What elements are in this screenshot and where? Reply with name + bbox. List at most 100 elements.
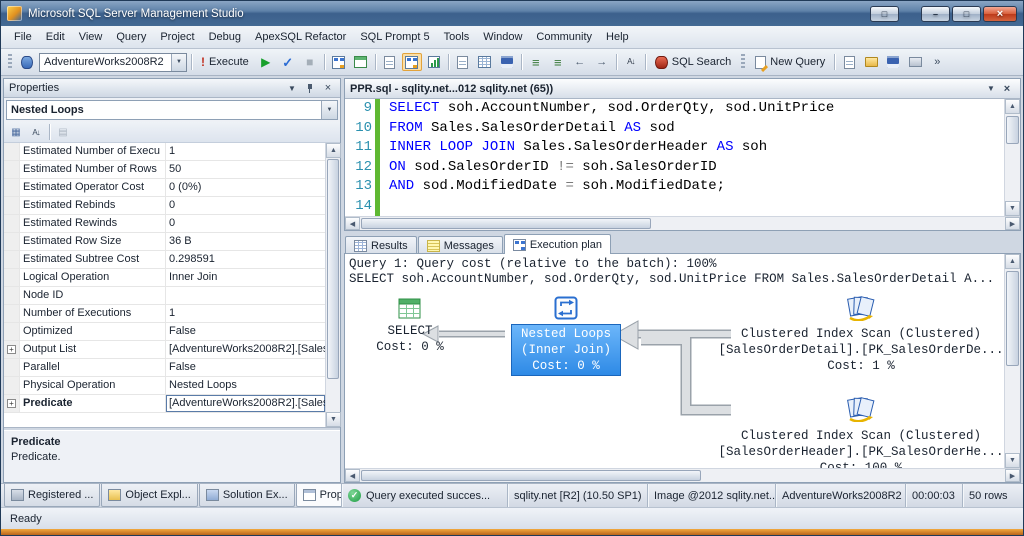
property-value[interactable] <box>166 287 325 304</box>
property-row-estimated-subtree-cost[interactable]: Estimated Subtree Cost 0.298591 <box>4 251 325 269</box>
property-row-estimated-operator-cost[interactable]: Estimated Operator Cost 0 (0%) <box>4 179 325 197</box>
title-bar[interactable]: Microsoft SQL Server Management Studio <box>1 1 1023 26</box>
code-lines[interactable]: 9 SELECT soh.AccountNumber, sod.OrderQty,… <box>345 99 1004 216</box>
mdi-window-button[interactable] <box>870 5 899 22</box>
document-list-icon[interactable]: ▼ <box>983 84 999 93</box>
tab-execution-plan[interactable]: Execution plan <box>503 234 611 254</box>
scroll-left-icon[interactable]: ◀ <box>345 469 360 482</box>
print-button[interactable] <box>905 53 925 71</box>
editor-vertical-scrollbar[interactable]: ▲ ▼ <box>1004 99 1020 216</box>
property-row-logical-operation[interactable]: Logical Operation Inner Join <box>4 269 325 287</box>
results-to-file-button[interactable] <box>497 53 517 71</box>
specify-template-values-button[interactable] <box>380 53 400 71</box>
property-value[interactable]: 0 (0%) <box>166 179 325 196</box>
menu-debug[interactable]: Debug <box>202 28 248 46</box>
scroll-track[interactable] <box>326 158 340 412</box>
property-row-output-list[interactable]: + Output List [AdventureWorks2008R2].[Sale… <box>4 341 325 359</box>
editor-horizontal-scrollbar[interactable]: ◀ ▶ <box>345 216 1020 230</box>
new-query-button[interactable]: New Query <box>750 54 830 71</box>
property-value[interactable]: 0 <box>166 197 325 214</box>
property-row-physical-operation[interactable]: Physical Operation Nested Loops <box>4 377 325 395</box>
categorized-button[interactable] <box>7 124 25 140</box>
properties-scrollbar[interactable]: ▲ ▼ <box>325 143 341 427</box>
property-value[interactable]: 0 <box>166 215 325 232</box>
increase-indent-button[interactable] <box>592 53 612 71</box>
property-row-predicate[interactable]: + Predicate [AdventureWorks2008R2].[Sales] <box>4 395 325 413</box>
property-row-optimized[interactable]: Optimized False <box>4 323 325 341</box>
property-value[interactable]: Nested Loops <box>166 377 325 394</box>
plan-node-clustered-index-scan-detail[interactable]: Clustered Index Scan (Clustered) [SalesO… <box>718 295 1004 374</box>
property-row-number-of-executions[interactable]: Number of Executions 1 <box>4 305 325 323</box>
scroll-thumb[interactable] <box>361 218 651 229</box>
property-row-estimated-rebinds[interactable]: Estimated Rebinds 0 <box>4 197 325 215</box>
property-row-estimated-number-of-rows[interactable]: Estimated Number of Rows 50 <box>4 161 325 179</box>
window-menu-icon[interactable] <box>285 82 299 95</box>
expand-icon[interactable]: + <box>7 399 16 408</box>
scroll-track[interactable] <box>1005 114 1020 201</box>
scroll-track[interactable] <box>360 217 1005 230</box>
execution-plan-canvas[interactable]: Query 1: Query cost (relative to the bat… <box>345 254 1004 468</box>
maximize-button[interactable] <box>952 5 981 22</box>
query-designer-button[interactable] <box>351 53 371 71</box>
scroll-thumb[interactable] <box>327 159 339 379</box>
decrease-indent-button[interactable] <box>570 53 590 71</box>
display-estimated-plan-button[interactable] <box>329 53 349 71</box>
menu-tools[interactable]: Tools <box>437 28 477 46</box>
property-row-estimated-number-of-execu[interactable]: Estimated Number of Execu 1 <box>4 143 325 161</box>
property-value[interactable]: [AdventureWorks2008R2].[Sales] <box>166 341 325 358</box>
expand-icon[interactable]: + <box>7 345 16 354</box>
sort-button[interactable] <box>621 53 641 71</box>
property-value[interactable]: Inner Join <box>166 269 325 286</box>
scroll-right-icon[interactable]: ▶ <box>1005 217 1020 230</box>
scroll-down-icon[interactable]: ▼ <box>1005 201 1020 216</box>
editor-title-bar[interactable]: PPR.sql - sqlity.net...012 sqlity.net (6… <box>345 79 1020 99</box>
minimize-button[interactable] <box>921 5 950 22</box>
property-value[interactable]: 1 <box>166 305 325 322</box>
property-value[interactable]: 0.298591 <box>166 251 325 268</box>
tab-results[interactable]: Results <box>345 236 417 254</box>
sql-search-button[interactable]: SQL Search <box>650 54 737 71</box>
scroll-track[interactable] <box>360 469 1005 482</box>
plan-node-nested-loops[interactable]: Nested Loops (Inner Join) Cost: 0 % <box>511 296 621 376</box>
property-row-node-id[interactable]: Node ID <box>4 287 325 305</box>
new-file-button[interactable] <box>839 53 859 71</box>
tool-tab-object-expl[interactable]: Object Expl... <box>101 484 198 507</box>
execute-button[interactable]: ! Execute <box>196 53 254 71</box>
close-button[interactable] <box>983 5 1017 22</box>
scroll-down-icon[interactable]: ▼ <box>1005 453 1020 468</box>
scroll-thumb[interactable] <box>361 470 701 481</box>
results-to-text-button[interactable] <box>453 53 473 71</box>
menu-apexsql-refactor[interactable]: ApexSQL Refactor <box>248 28 353 46</box>
comment-selection-button[interactable] <box>526 53 546 71</box>
property-value[interactable]: 36 B <box>166 233 325 250</box>
property-value[interactable]: False <box>166 323 325 340</box>
scroll-up-icon[interactable]: ▲ <box>326 143 341 158</box>
scroll-right-icon[interactable]: ▶ <box>1005 469 1020 482</box>
scroll-thumb[interactable] <box>1006 271 1019 366</box>
plan-vertical-scrollbar[interactable]: ▲ ▼ <box>1004 254 1020 468</box>
property-value[interactable]: [AdventureWorks2008R2].[Sales] <box>166 395 325 412</box>
include-actual-plan-button[interactable] <box>401 53 422 71</box>
alphabetical-button[interactable] <box>27 124 45 140</box>
scroll-down-icon[interactable]: ▼ <box>326 412 341 427</box>
database-combo[interactable]: AdventureWorks2008R2 <box>39 52 187 72</box>
include-client-statistics-button[interactable] <box>424 53 444 71</box>
editor-close-icon[interactable]: × <box>999 83 1015 95</box>
property-row-parallel[interactable]: Parallel False <box>4 359 325 377</box>
tool-tab-properties[interactable]: Properties <box>295 484 341 507</box>
plan-node-clustered-index-scan-header[interactable]: Clustered Index Scan (Clustered) [SalesO… <box>718 396 1004 468</box>
toolbar-overflow-button[interactable] <box>927 53 947 71</box>
menu-view[interactable]: View <box>72 28 110 46</box>
parse-button[interactable] <box>278 53 298 71</box>
panel-close-icon[interactable] <box>321 82 335 95</box>
menu-window[interactable]: Window <box>476 28 529 46</box>
open-file-button[interactable] <box>861 53 881 71</box>
tool-tab-registered[interactable]: Registered ... <box>4 484 101 507</box>
property-pages-button[interactable] <box>54 124 72 140</box>
change-connection-button[interactable] <box>17 53 37 71</box>
properties-panel-header[interactable]: Properties <box>4 79 340 98</box>
object-selector-combo[interactable]: Nested Loops <box>6 100 338 120</box>
tab-messages[interactable]: Messages <box>417 236 503 254</box>
menu-help[interactable]: Help <box>599 28 636 46</box>
plan-horizontal-scrollbar[interactable]: ◀ ▶ <box>345 468 1020 482</box>
